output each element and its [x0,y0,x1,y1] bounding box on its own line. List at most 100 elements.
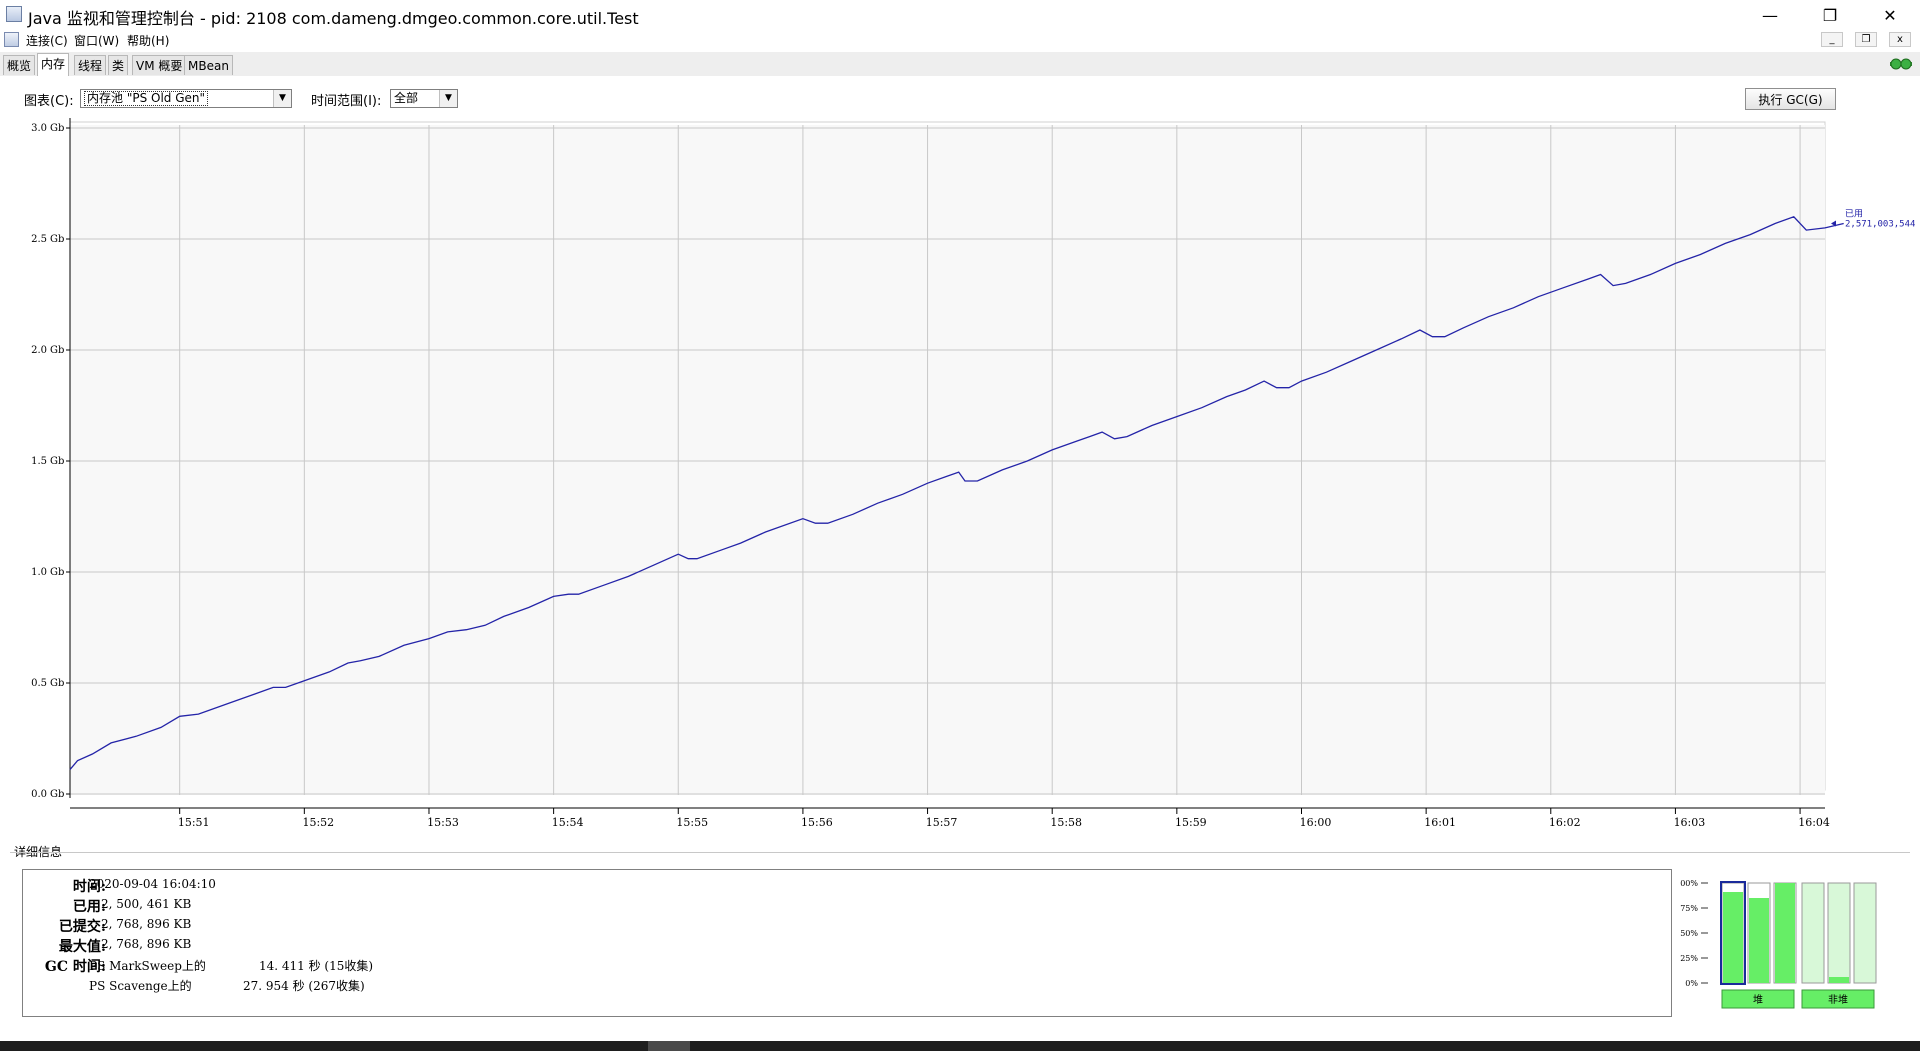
restore-icon: ❐ [1822,5,1838,25]
chevron-down-icon: ▼ [439,90,457,107]
gauge-tick-label: 100% [1680,879,1698,888]
close-button[interactable]: ✕ [1860,0,1920,30]
chart-select-value: 内存池 "PS Old Gen" [84,91,209,106]
heap-label: 堆 [1753,994,1763,1006]
y-axis-ticks: 0.0 Gb0.5 Gb1.0 Gb1.5 Gb2.0 Gb2.5 Gb3.0 Gb [31,123,70,800]
mdi-minimize-button[interactable]: _ [1821,32,1843,47]
y-tick-label: 2.5 [31,234,47,245]
gauge-bar-fill [1775,883,1795,983]
gc-collector-value: 14. 411 秒 (15收集) [259,959,374,973]
chevron-down-icon: ▼ [273,90,291,107]
y-tick-unit: Gb [50,789,64,800]
gauge-tick-label: 50% [1680,929,1698,938]
current-value-marker: 已用 2,571,003,544 [1831,208,1915,229]
max-label: 最大值: [58,939,106,955]
chart-select[interactable]: 内存池 "PS Old Gen" ▼ [80,89,292,108]
gauge-tick-label: 25% [1680,954,1698,963]
current-series-value: 2,571,003,544 [1845,219,1915,229]
y-tick-unit: Gb [50,678,64,689]
menu-help[interactable]: 帮助(H) [127,32,169,49]
gauge-bars [1720,881,1877,985]
java-app-icon [6,6,22,22]
x-tick-label: 16:02 [1549,816,1581,829]
gauge-bar-fill [1723,892,1743,983]
gauge-bar-fill [1749,898,1769,983]
tab-threads[interactable]: 线程 [74,55,107,75]
window-title: Java 监视和管理控制台 - pid: 2108 com.dameng.dmg… [28,9,639,28]
details-box: 时间: 2020-09-04 16:04:10 已用: 2, 500, 461 … [22,869,1672,1017]
mdi-minimize-icon: _ [1829,34,1835,45]
time-range-select[interactable]: 全部 ▼ [390,89,458,108]
tab-mbean[interactable]: MBean [184,55,233,75]
minimize-button[interactable]: — [1740,0,1800,30]
x-tick-label: 16:00 [1300,816,1332,829]
perform-gc-button[interactable]: 执行 GC(G) [1745,88,1836,110]
mdi-close-icon: x [1897,34,1903,45]
minimize-icon: — [1762,5,1778,25]
x-tick-label: 16:03 [1674,816,1706,829]
gauge-bar-frame [1827,882,1851,984]
mdi-restore-icon: ❐ [1861,34,1871,45]
y-tick-label: 2.0 [31,345,47,356]
x-tick-label: 15:57 [926,816,958,829]
x-tick-label: 15:58 [1050,816,1082,829]
gauge-bar-frame [1801,882,1825,984]
gauge-ticks: 100% 75% 50% 25% 0% [1680,879,1708,988]
gauge-tick-label: 0% [1685,979,1698,988]
x-tick-label: 15:53 [427,816,459,829]
y-tick-unit: Gb [50,234,64,245]
tab-classes[interactable]: 类 [108,55,129,75]
x-tick-label: 15:54 [552,816,584,829]
committed-label: 已提交: [58,919,106,935]
time-value: 2020-09-04 16:04:10 [89,877,216,891]
y-tick-unit: Gb [50,123,64,134]
document-icon[interactable] [4,32,19,47]
gc-collector-name: PS MarkSweep上的 [89,959,206,973]
non-heap-label: 非堆 [1828,994,1848,1006]
current-series-name: 已用 [1845,208,1863,219]
connection-status-icon [1890,58,1912,70]
gc-button-label: 执行 GC(G) [1758,92,1823,107]
restore-button[interactable]: ❐ [1800,0,1860,30]
y-tick-label: 0.0 [31,789,47,800]
max-value: 2, 768, 896 KB [101,937,192,951]
x-tick-label: 15:56 [801,816,833,829]
time-range-label: 时间范围(I): [311,94,382,109]
x-tick-label: 15:52 [302,816,334,829]
x-axis-ticks: 15:51 15:52 15:53 15:54 15:55 15:56 15:57 15:58… [178,808,1830,829]
time-range-value: 全部 [394,91,419,105]
y-tick-label: 0.5 [31,678,47,689]
gauge-bar-frame [1853,882,1877,984]
tab-vm-summary[interactable]: VM 概要 [132,55,187,75]
menu-connect[interactable]: 连接(C) [26,32,68,49]
y-tick-label: 1.0 [31,567,47,578]
gc-collector-value: 27. 954 秒 (267收集) [243,979,365,993]
menu-bar: 连接(C) 窗口(W) 帮助(H) [0,30,1920,50]
title-bar: Java 监视和管理控制台 - pid: 2108 com.dameng.dmg… [0,0,1920,30]
committed-value: 2, 768, 896 KB [101,917,192,931]
gauge-bar-fill [1829,977,1849,983]
used-value: 2, 500, 461 KB [101,897,192,911]
memory-usage-chart: 0.0 Gb0.5 Gb1.0 Gb1.5 Gb2.0 Gb2.5 Gb3.0 Gb 15:5… [31,118,1915,829]
memory-pool-gauges: 100% 75% 50% 25% 0% 堆 非堆 [1680,879,1877,1009]
x-tick-label: 15:59 [1175,816,1207,829]
y-tick-unit: Gb [50,456,64,467]
x-tick-label: 15:55 [676,816,708,829]
tab-overview[interactable]: 概览 [3,55,36,75]
y-tick-unit: Gb [50,345,64,356]
plot-area [70,125,1825,795]
mdi-restore-button[interactable]: ❐ [1855,32,1877,47]
mdi-close-button[interactable]: x [1889,32,1911,47]
gc-collector-name: PS Scavenge上的 [89,979,192,993]
y-tick-unit: Gb [50,567,64,578]
tab-memory[interactable]: 内存 [37,53,70,76]
close-icon: ✕ [1883,5,1897,25]
menu-window[interactable]: 窗口(W) [74,32,119,49]
y-tick-label: 3.0 [31,123,47,134]
chart-label: 图表(C): [24,94,74,109]
x-tick-label: 16:01 [1424,816,1456,829]
y-tick-label: 1.5 [31,456,47,467]
taskbar-strip [0,1041,1920,1051]
x-tick-label: 16:04 [1798,816,1830,829]
gauge-tick-label: 75% [1680,904,1698,913]
